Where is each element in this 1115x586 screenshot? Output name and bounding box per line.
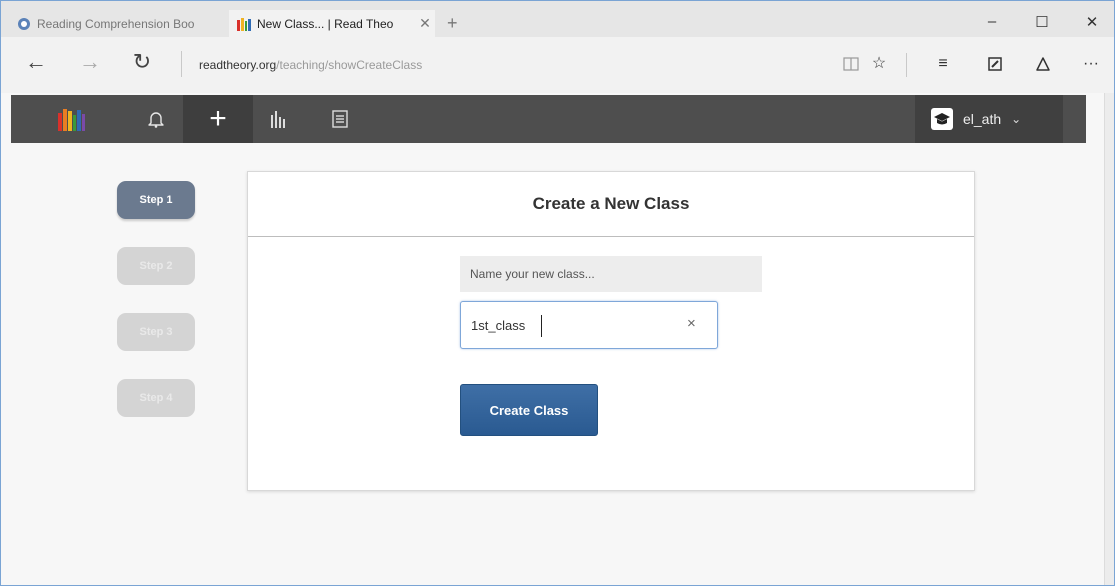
step-2: Step 2 xyxy=(117,247,195,285)
back-button[interactable]: ← xyxy=(23,49,49,75)
close-window-button[interactable]: ✕ xyxy=(1078,13,1106,31)
address-bar-row: ← → ↻ readtheory.org/teaching/showCreate… xyxy=(1,37,1114,93)
class-name-prompt: Name your new class... xyxy=(460,256,762,292)
bell-icon[interactable] xyxy=(133,95,179,143)
step-1: Step 1 xyxy=(117,181,195,219)
step-4: Step 4 xyxy=(117,379,195,417)
add-icon[interactable]: + xyxy=(183,95,253,143)
step-3: Step 3 xyxy=(117,313,195,351)
page-scrollbar[interactable] xyxy=(1104,93,1114,585)
readtheory-favicon-icon xyxy=(237,17,251,31)
browser-window: Reading Comprehension Boo New Class... |… xyxy=(0,0,1115,586)
create-class-card: Create a New Class Name your new class..… xyxy=(247,171,975,491)
web-note-icon[interactable] xyxy=(983,51,1007,77)
new-tab-button[interactable]: + xyxy=(447,13,458,34)
forward-button[interactable]: → xyxy=(77,49,103,75)
minimize-button[interactable]: – xyxy=(978,13,1006,30)
divider xyxy=(906,53,907,77)
tab-label: New Class... | Read Theo xyxy=(257,16,394,31)
chevron-down-icon: ⌄ xyxy=(1011,112,1022,126)
tab-label: Reading Comprehension Boo xyxy=(37,16,195,31)
tab-strip: Reading Comprehension Boo New Class... |… xyxy=(1,1,1114,37)
list-document-icon[interactable] xyxy=(305,95,375,143)
clear-input-icon[interactable]: × xyxy=(687,315,696,332)
graduation-cap-icon xyxy=(931,108,953,130)
hub-icon[interactable]: ≡ xyxy=(931,51,955,77)
url-field[interactable]: readtheory.org/teaching/showCreateClass xyxy=(199,58,422,72)
class-name-input[interactable] xyxy=(471,314,671,336)
stats-bars-icon[interactable] xyxy=(255,95,301,143)
share-icon[interactable] xyxy=(1031,51,1055,77)
reading-view-icon[interactable] xyxy=(839,51,863,77)
globe-icon xyxy=(17,17,31,31)
page-title: Create a New Class xyxy=(248,172,974,237)
favorite-star-icon[interactable]: ☆ xyxy=(867,51,891,77)
create-class-button[interactable]: Create Class xyxy=(460,384,598,436)
site-nav-bar: + el_ath ⌄ xyxy=(11,95,1086,143)
maximize-button[interactable]: ☐ xyxy=(1028,13,1056,31)
readtheory-logo-icon[interactable] xyxy=(11,95,131,143)
url-path: /teaching/showCreateClass xyxy=(276,58,423,72)
divider xyxy=(181,51,182,77)
more-icon[interactable]: ··· xyxy=(1079,51,1103,77)
tab-reading-comprehension[interactable]: Reading Comprehension Boo xyxy=(15,10,223,37)
url-domain: readtheory.org xyxy=(199,58,277,72)
user-menu[interactable]: el_ath ⌄ xyxy=(915,95,1063,143)
class-name-field[interactable]: × xyxy=(460,301,718,349)
close-tab-icon[interactable]: ✕ xyxy=(415,15,435,32)
tab-new-class[interactable]: New Class... | Read Theo ✕ xyxy=(229,10,435,37)
username: el_ath xyxy=(963,111,1002,127)
text-cursor xyxy=(541,315,542,337)
reload-button[interactable]: ↻ xyxy=(129,49,155,75)
